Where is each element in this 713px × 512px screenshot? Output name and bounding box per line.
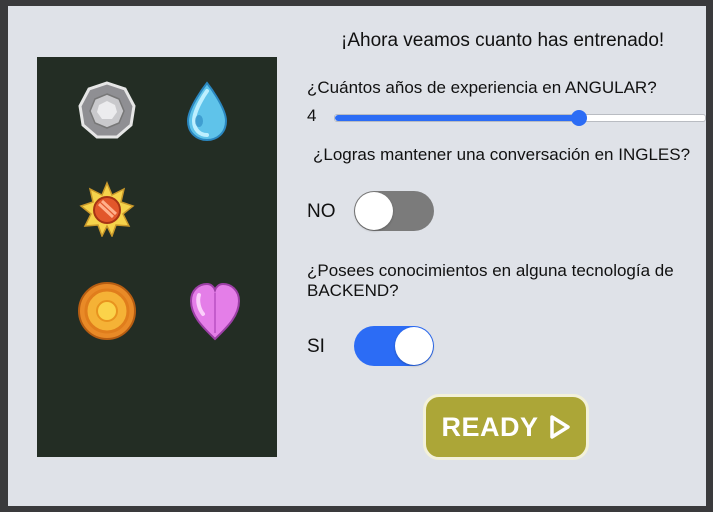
ready-button[interactable]: READY — [423, 394, 589, 460]
angular-question: ¿Cuántos años de experiencia en ANGULAR? — [307, 78, 657, 97]
backend-toggle-label: SI — [307, 336, 325, 357]
slider-fill — [335, 115, 580, 121]
volcano-badge-icon — [79, 181, 135, 237]
toggle-knob — [395, 327, 433, 365]
ingles-toggle-label: NO — [307, 201, 336, 222]
backend-toggle[interactable] — [354, 326, 434, 366]
rainbow-heart-badge-icon — [187, 281, 243, 341]
angular-years-value: 4 — [307, 106, 317, 125]
ingles-question: ¿Logras mantener una conversación en ING… — [313, 145, 691, 164]
ready-label: READY — [441, 411, 539, 442]
ingles-toggle[interactable] — [354, 191, 434, 231]
slider-thumb[interactable] — [571, 110, 588, 126]
badge-case — [37, 57, 277, 457]
cascade-badge-icon — [185, 81, 229, 143]
soul-badge-icon — [77, 281, 137, 341]
angular-years-slider[interactable] — [334, 110, 706, 126]
backend-question: ¿Posees conocimientos en alguna tecnolog… — [307, 261, 674, 300]
play-outline-icon — [549, 414, 571, 440]
toggle-knob — [355, 192, 393, 230]
boulder-badge-icon — [77, 81, 137, 141]
quiz-panel: ¡Ahora veamos cuanto has entrenado! ¿Cuá… — [8, 6, 706, 506]
page-title: ¡Ahora veamos cuanto has entrenado! — [341, 30, 665, 51]
